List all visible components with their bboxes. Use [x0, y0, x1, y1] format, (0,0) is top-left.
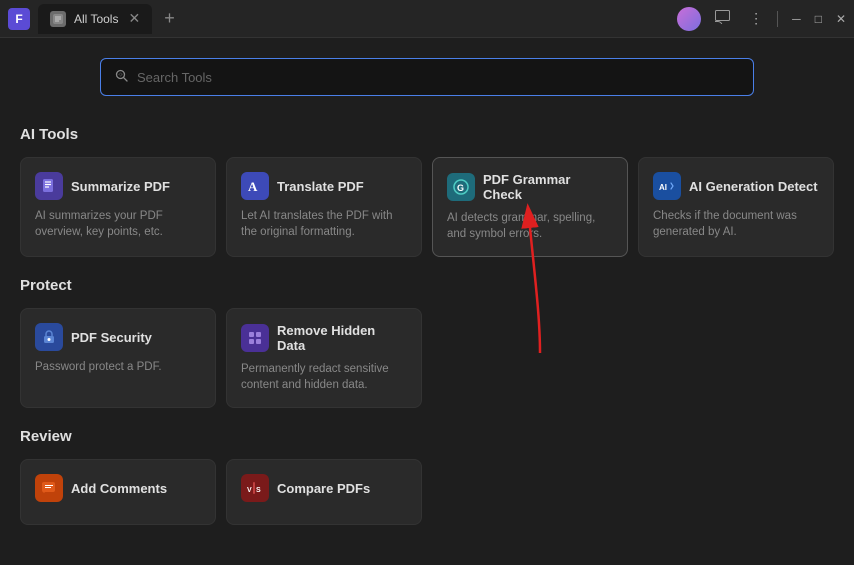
- translate-name: Translate PDF: [277, 179, 364, 194]
- compare-pdfs-name: Compare PDFs: [277, 481, 370, 496]
- close-button[interactable]: ✕: [836, 12, 846, 26]
- ai-tools-grid: Summarize PDF AI summarizes your PDF ove…: [20, 157, 834, 257]
- tool-summarize-pdf[interactable]: Summarize PDF AI summarizes your PDF ove…: [20, 157, 216, 257]
- protect-section-title: Protect: [20, 277, 834, 294]
- maximize-button[interactable]: □: [815, 12, 822, 26]
- grammar-icon: G: [447, 173, 475, 201]
- review-tools-grid: Add Comments V S Compare PDFs: [20, 459, 834, 525]
- new-tab-button[interactable]: +: [164, 8, 175, 29]
- review-section-title: Review: [20, 428, 834, 445]
- titlebar-right: ⋮ ─ □ ✕: [677, 7, 846, 31]
- cast-button[interactable]: [711, 8, 735, 29]
- ai-detect-desc: Checks if the document was generated by …: [653, 208, 819, 240]
- tool-compare-pdfs[interactable]: V S Compare PDFs: [226, 459, 422, 525]
- tool-ai-detect[interactable]: AI AI Generation Detect Checks if the do…: [638, 157, 834, 257]
- minimize-button[interactable]: ─: [792, 12, 801, 26]
- tool-grammar-check[interactable]: G PDF Grammar Check AI detects grammar, …: [432, 157, 628, 257]
- tool-header: Summarize PDF: [35, 172, 201, 200]
- security-name: PDF Security: [71, 330, 152, 345]
- tool-header: G PDF Grammar Check: [447, 172, 613, 202]
- tool-pdf-security[interactable]: PDF Security Password protect a PDF.: [20, 308, 216, 408]
- ai-tools-section-title: AI Tools: [20, 126, 834, 143]
- tool-header: AI AI Generation Detect: [653, 172, 819, 200]
- user-avatar[interactable]: [677, 7, 701, 31]
- search-icon: [115, 69, 129, 86]
- svg-text:AI: AI: [659, 183, 667, 192]
- app-icon: F: [8, 8, 30, 30]
- summarize-name: Summarize PDF: [71, 179, 170, 194]
- remove-hidden-desc: Permanently redact sensitive content and…: [241, 361, 407, 393]
- security-desc: Password protect a PDF.: [35, 359, 201, 375]
- summarize-icon: [35, 172, 63, 200]
- svg-text:S: S: [256, 487, 261, 494]
- tool-translate-pdf[interactable]: A Translate PDF Let AI translates the PD…: [226, 157, 422, 257]
- grammar-desc: AI detects grammar, spelling, and symbol…: [447, 210, 613, 242]
- tab-icon: [50, 11, 66, 27]
- remove-hidden-name: Remove Hidden Data: [277, 323, 407, 353]
- tool-header: Remove Hidden Data: [241, 323, 407, 353]
- tool-header: V S Compare PDFs: [241, 474, 407, 502]
- ai-detect-name: AI Generation Detect: [689, 179, 818, 194]
- titlebar-separator: [777, 11, 778, 27]
- tool-add-comments[interactable]: Add Comments: [20, 459, 216, 525]
- titlebar: F All Tools ✕ + ⋮ ─ □ ✕: [0, 0, 854, 38]
- tool-header: PDF Security: [35, 323, 201, 351]
- active-tab[interactable]: All Tools ✕: [38, 4, 152, 34]
- protect-tools-grid: PDF Security Password protect a PDF. Rem…: [20, 308, 834, 408]
- translate-icon: A: [241, 172, 269, 200]
- search-input[interactable]: [137, 70, 739, 85]
- svg-text:A: A: [248, 179, 258, 194]
- tool-remove-hidden[interactable]: Remove Hidden Data Permanently redact se…: [226, 308, 422, 408]
- tool-header: Add Comments: [35, 474, 201, 502]
- translate-desc: Let AI translates the PDF with the origi…: [241, 208, 407, 240]
- main-content: AI Tools Summarize PDF AI summarizes you…: [0, 38, 854, 565]
- summarize-desc: AI summarizes your PDF overview, key poi…: [35, 208, 201, 240]
- titlebar-left: F All Tools ✕ +: [8, 4, 677, 34]
- search-box[interactable]: [100, 58, 754, 96]
- add-comments-icon: [35, 474, 63, 502]
- ai-detect-icon: AI: [653, 172, 681, 200]
- security-icon: [35, 323, 63, 351]
- window-controls: ─ □ ✕: [792, 12, 846, 26]
- grammar-name: PDF Grammar Check: [483, 172, 613, 202]
- add-comments-name: Add Comments: [71, 481, 167, 496]
- svg-text:V: V: [247, 487, 252, 494]
- svg-text:G: G: [457, 183, 464, 193]
- remove-hidden-icon: [241, 324, 269, 352]
- tool-header: A Translate PDF: [241, 172, 407, 200]
- tab-title: All Tools: [74, 12, 118, 26]
- search-container: [20, 38, 834, 116]
- tab-close-button[interactable]: ✕: [128, 10, 140, 27]
- more-button[interactable]: ⋮: [745, 8, 767, 29]
- compare-pdfs-icon: V S: [241, 474, 269, 502]
